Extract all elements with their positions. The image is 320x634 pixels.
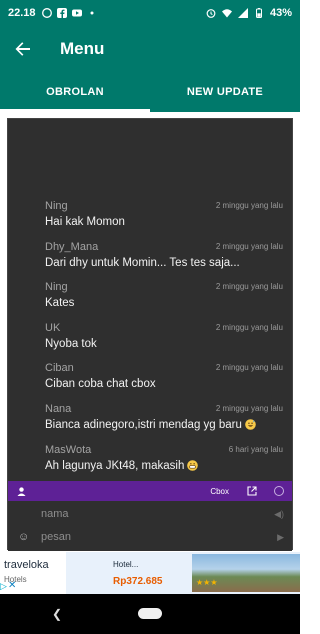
system-nav-bar: ❮ — [0, 594, 300, 634]
message-text: Kates — [45, 297, 75, 310]
youtube-icon — [71, 9, 82, 17]
message-nick: Nana — [45, 402, 72, 415]
message-time: 2 minggu yang lalu — [215, 282, 283, 292]
status-bar: 22.18 43% — [0, 0, 300, 26]
close-icon[interactable]: ✕ — [8, 580, 16, 591]
message-nick: Ning — [45, 281, 68, 294]
cbox-toolbar: Cbox — [8, 481, 292, 501]
message-text-content: Bianca adinegoro,istri mendag yg baru — [45, 418, 242, 431]
message-time: 2 minggu yang lalu — [215, 403, 283, 413]
ad-price: Rp372.685 — [113, 576, 163, 587]
wifi-icon — [221, 9, 232, 18]
page-title: Menu — [60, 39, 105, 58]
message-list[interactable]: Ning 2 minggu yang lalu Hai kak Momon Dh… — [8, 195, 292, 479]
chat-message: Dhy_Mana 2 minggu yang lalu Dari dhy unt… — [8, 236, 292, 277]
arrow-back-icon — [15, 42, 30, 56]
tab-new-update[interactable]: NEW UPDATE — [150, 72, 300, 112]
message-time: 2 minggu yang lalu — [215, 201, 283, 210]
cbox-brand-link[interactable]: Cbox — [210, 487, 229, 496]
message-input[interactable]: pesan — [41, 531, 71, 543]
chat-message: Ning 2 minggu yang lalu Hai kak Momon — [8, 195, 292, 236]
adchoices-icon[interactable]: ▷ — [0, 581, 7, 592]
ad-headline: Hotel... — [113, 560, 139, 569]
main-content: Ning 2 minggu yang lalu Hai kak Momon Dh… — [0, 112, 300, 552]
message-text: Ah lagunya JKt48, makasih — [45, 459, 199, 472]
back-button[interactable] — [0, 26, 46, 72]
app-bar: Menu — [0, 26, 300, 72]
chat-message: MasWota 6 hari yang lalu Ah lagunya JKt4… — [8, 439, 292, 480]
message-nick: Ning — [45, 200, 68, 212]
nav-home-pill[interactable] — [138, 608, 162, 619]
message-form: nama ◀) ☺ pesan ▶ — [8, 501, 292, 551]
tab-obrolan[interactable]: OBROLAN — [0, 72, 150, 112]
message-nick: UK — [45, 321, 61, 334]
grin-icon — [187, 459, 199, 471]
status-circle-icon[interactable] — [274, 486, 284, 496]
chat-message: Ning 2 minggu yang lalu Kates — [8, 276, 292, 317]
message-text: Dari dhy untuk Momin... Tes tes saja... — [45, 256, 240, 269]
sweat-smile-icon — [245, 419, 256, 430]
rating-stars-icon: ★★★ — [196, 578, 218, 587]
facebook-icon — [56, 8, 67, 18]
message-text-content: Ah lagunya JKt48, makasih — [45, 459, 185, 472]
dot-icon — [90, 11, 94, 15]
sound-icon[interactable]: ◀) — [274, 509, 284, 520]
message-time: 6 hari yang lalu — [228, 444, 283, 454]
notification-app-icon — [41, 8, 52, 18]
user-icon[interactable] — [17, 486, 26, 496]
message-text: Ciban coba chat cbox — [45, 378, 156, 391]
name-input[interactable]: nama — [41, 508, 69, 520]
message-time: 2 minggu yang lalu — [215, 322, 283, 332]
message-nick: Dhy_Mana — [45, 240, 99, 253]
alarm-icon — [206, 9, 216, 18]
message-nick: Ciban — [45, 362, 74, 375]
chat-message: Nana 2 minggu yang lalu Bianca adinegoro… — [8, 398, 292, 439]
battery-icon — [255, 8, 262, 18]
ad-brand: traveloka — [4, 559, 49, 571]
battery-level: 43% — [269, 7, 292, 19]
nav-back-icon[interactable]: ❮ — [52, 607, 62, 621]
chat-message: UK 2 minggu yang lalu Nyoba tok — [8, 317, 292, 358]
ad-brand-box: traveloka Hotels ▷ ✕ — [0, 552, 66, 594]
message-time: 2 minggu yang lalu — [215, 241, 283, 251]
message-time: 2 minggu yang lalu — [215, 363, 283, 373]
message-text: Nyoba tok — [45, 337, 97, 350]
message-nick: MasWota — [45, 443, 92, 456]
signal-icon — [237, 8, 248, 18]
chat-message: Ciban 2 minggu yang lalu Ciban coba chat… — [8, 357, 292, 398]
cbox-chat-widget: Ning 2 minggu yang lalu Hai kak Momon Dh… — [7, 118, 293, 551]
clock: 22.18 — [8, 7, 36, 19]
ad-banner[interactable]: traveloka Hotels ▷ ✕ Hotel... Rp372.685 … — [0, 552, 300, 594]
message-text: Bianca adinegoro,istri mendag yg baru — [45, 419, 256, 431]
message-text: Hai kak Momon — [45, 216, 125, 228]
external-link-icon[interactable] — [247, 486, 257, 496]
send-icon[interactable]: ▶ — [277, 532, 284, 543]
message-row: ☺ pesan ▶ — [8, 526, 292, 548]
tab-bar: OBROLAN NEW UPDATE — [0, 72, 300, 112]
smiley-icon[interactable]: ☺ — [18, 531, 29, 543]
name-row: nama ◀) — [8, 503, 292, 525]
